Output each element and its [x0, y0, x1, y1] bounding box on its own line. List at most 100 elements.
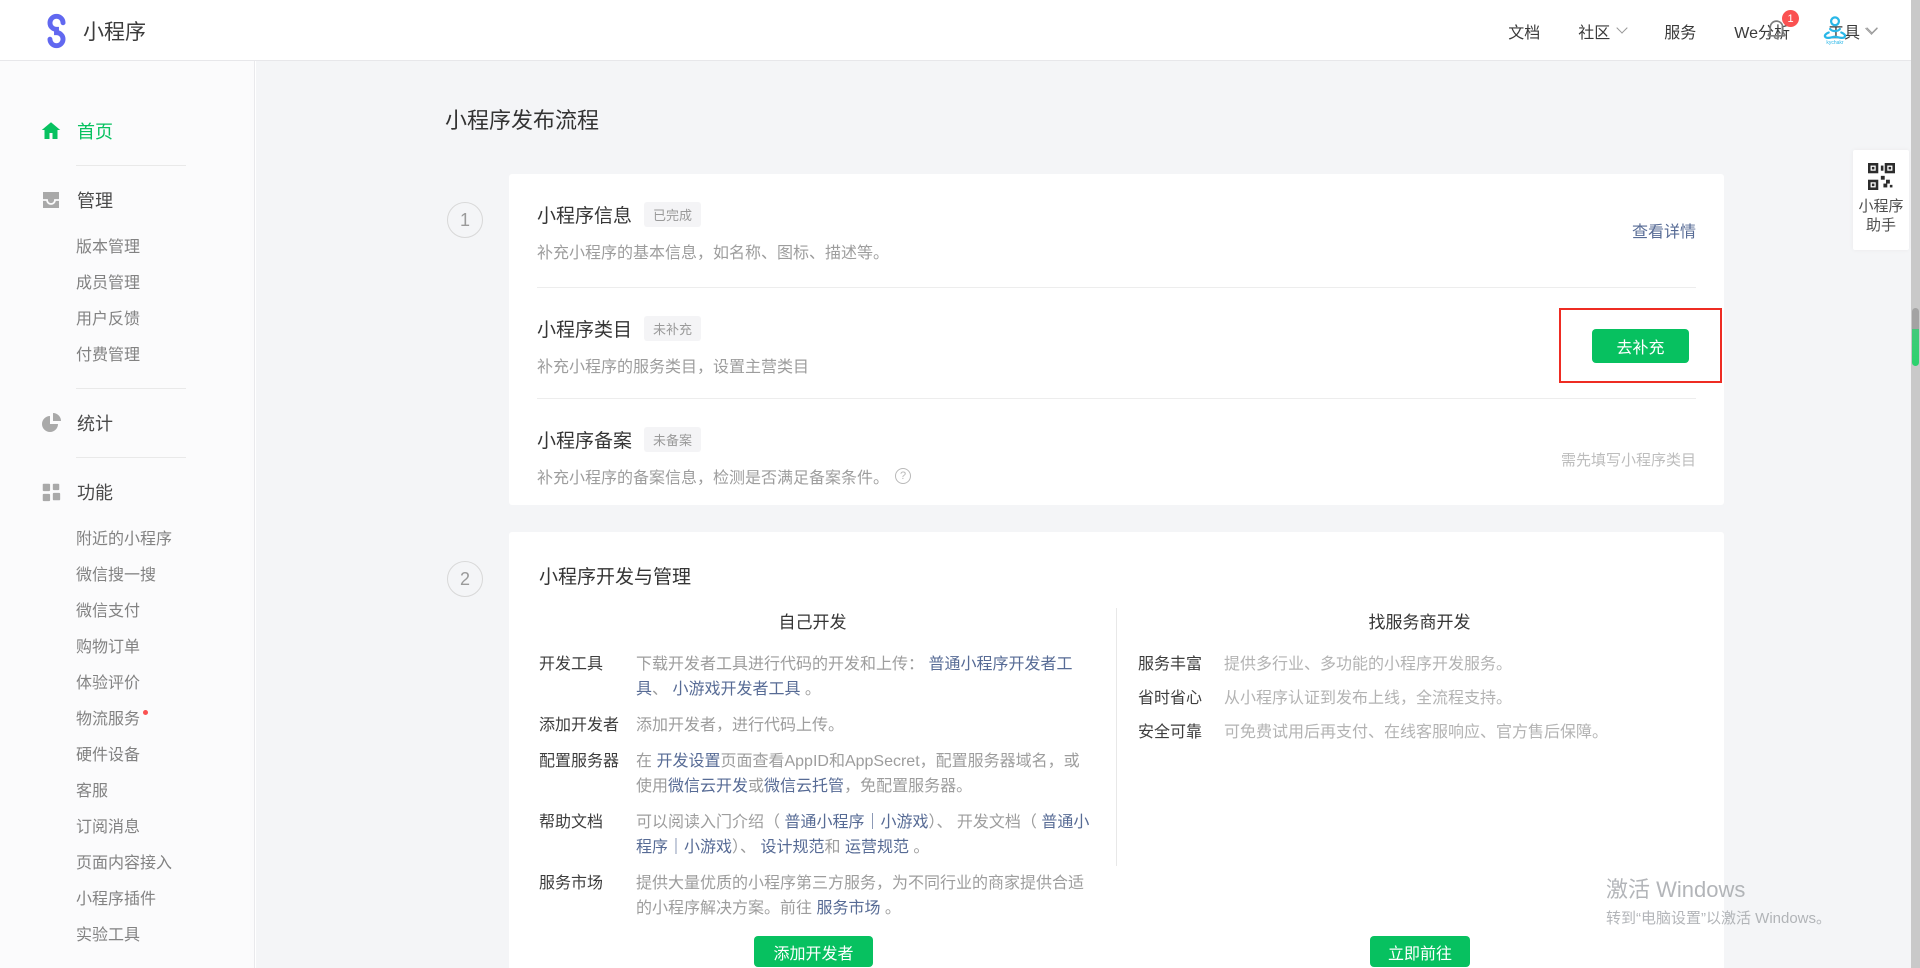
info-row-label: 服务市场 [539, 871, 636, 921]
go-now-button[interactable]: 立即前往 [1370, 936, 1470, 967]
sidebar-item-label: 硬件设备 [76, 747, 140, 764]
sidebar-item-manage[interactable]: 管理 [0, 180, 254, 220]
info-row: 安全可靠可免费试用后再支付、在线客服响应、官方售后保障。 [1116, 720, 1723, 745]
info-row-label: 省时省心 [1138, 686, 1224, 711]
sidebar-item-label: 管理 [77, 187, 113, 213]
step-2-number: 2 [447, 561, 483, 597]
watermark-line2: 转到“电脑设置”以激活 Windows。 [1606, 907, 1831, 928]
sidebar-item-label: 体验评价 [76, 675, 140, 692]
info-row: 服务市场提供大量优质的小程序第三方服务，为不同行业的商家提供合适的小程序解决方案… [509, 871, 1116, 921]
sidebar-item-stats[interactable]: 统计 [0, 403, 254, 443]
sidebar-item[interactable]: 用户反馈 [0, 302, 254, 338]
text-segment: ）、 [732, 839, 760, 856]
sidebar-item-home[interactable]: 首页 [0, 111, 254, 151]
inline-link[interactable]: 设计规范 [760, 839, 824, 856]
inline-link[interactable]: 运营规范 [845, 839, 909, 856]
row-desc-text: 补充小程序的基本信息，如名称、图标、描述等。 [537, 239, 889, 263]
status-badge: 未备案 [644, 427, 701, 452]
app-logo[interactable]: 小程序 [40, 0, 146, 61]
sidebar-item-label: 物流服务 [76, 711, 140, 728]
info-row-label: 配置服务器 [539, 749, 636, 799]
inline-link[interactable]: 微信云开发 [668, 778, 748, 795]
sidebar-item-label: 客服 [76, 783, 108, 800]
sidebar-item-features[interactable]: 功能 [0, 472, 254, 512]
sidebar-item[interactable]: 成员管理 [0, 266, 254, 302]
text-segment: 和 [824, 839, 844, 856]
miniprogram-assistant-widget[interactable]: 小程序助手 [1853, 150, 1909, 250]
help-icon[interactable]: ? [895, 468, 911, 484]
info-row: 省时省心从小程序认证到发布上线，全流程支持。 [1116, 686, 1723, 711]
row-desc-text: 补充小程序的备案信息，检测是否满足备案条件。 [537, 464, 889, 488]
drawer-icon [39, 188, 63, 212]
sidebar-item[interactable]: 微信搜一搜 [0, 558, 254, 594]
add-developer-button[interactable]: 添加开发者 [754, 936, 873, 967]
inline-link[interactable]: 服务市场 [816, 900, 880, 917]
info-row-content: 可免费试用后再支付、在线客服响应、官方售后保障。 [1224, 720, 1723, 745]
text-segment: 可免费试用后再支付、在线客服响应、官方售后保障。 [1224, 724, 1608, 741]
step-1-number: 1 [447, 202, 483, 238]
sidebar-item-label: 版本管理 [76, 239, 140, 256]
info-row-content: 在 开发设置页面查看AppID和AppSecret，配置服务器域名，或使用微信云… [636, 749, 1116, 799]
page-title: 小程序发布流程 [445, 103, 599, 135]
account-chevron-down-icon[interactable] [1865, 22, 1878, 35]
row-desc: 补充小程序的基本信息，如名称、图标、描述等。 [537, 239, 1696, 263]
sidebar-item[interactable]: 页面内容接入 [0, 846, 254, 882]
sidebar-group: 首页 [0, 111, 254, 166]
inline-link[interactable]: 小游戏开发者工具 [672, 681, 800, 698]
row-title: 小程序信息 [537, 201, 632, 228]
sidebar-item-label: 小程序插件 [76, 891, 156, 908]
sidebar-sublist: 版本管理成员管理用户反馈付费管理 [0, 230, 254, 374]
sidebar-item[interactable]: 物流服务 [0, 702, 254, 738]
account-avatar[interactable]: kychakr [1815, 15, 1855, 46]
divider [76, 457, 186, 458]
text-segment: 添加开发者，进行代码上传。 [636, 717, 844, 734]
text-segment: 。 [800, 681, 820, 698]
text-segment: ）、 开发文档（ [928, 814, 1041, 831]
sidebar-item-label: 微信搜一搜 [76, 567, 156, 584]
notification-dot [143, 710, 148, 715]
info-row: 服务丰富提供多行业、多功能的小程序开发服务。 [1116, 652, 1723, 677]
notifications-button[interactable]: 1 [1764, 18, 1789, 43]
provider-dev-header: 找服务商开发 [1116, 610, 1723, 636]
inline-link[interactable]: 开发设置 [656, 753, 720, 770]
divider [76, 388, 186, 389]
sidebar-item[interactable]: 版本管理 [0, 230, 254, 266]
sidebar-item-label: 付费管理 [76, 347, 140, 364]
text-segment: 在 [636, 753, 656, 770]
row-desc-text: 补充小程序的服务类目，设置主营类目 [537, 353, 809, 377]
avatar-caption: kychakr [1826, 40, 1843, 46]
view-details-link[interactable]: 查看详情 [1632, 218, 1696, 242]
sidebar-item[interactable]: 实验工具 [0, 918, 254, 954]
sidebar-item[interactable]: 付费管理 [0, 338, 254, 374]
info-row-label: 服务丰富 [1138, 652, 1224, 677]
app-logo-text: 小程序 [83, 16, 146, 46]
sidebar-item[interactable]: 微信支付 [0, 594, 254, 630]
qr-code-icon [1868, 163, 1895, 190]
header-right: 1 kychakr [1187, 0, 1876, 61]
avatar-logo-icon [1818, 15, 1852, 43]
sidebar-item[interactable]: 体验评价 [0, 666, 254, 702]
text-segment: 下载开发者工具进行代码的开发和上传： [636, 656, 928, 673]
info-row-content: 从小程序认证到发布上线，全流程支持。 [1224, 686, 1723, 711]
row-head: 小程序类目未补充 [537, 315, 1696, 342]
page-scrollbar[interactable] [1911, 0, 1920, 968]
sidebar-item[interactable]: 客服 [0, 774, 254, 810]
scrollbar-thumb-top [1912, 308, 1919, 329]
status-badge: 已完成 [644, 202, 701, 227]
provider-dev-rows: 服务丰富提供多行业、多功能的小程序开发服务。省时省心从小程序认证到发布上线，全流… [1116, 652, 1723, 745]
windows-activation-watermark: 激活 Windows 转到“电脑设置”以激活 Windows。 [1606, 872, 1831, 928]
sidebar-item[interactable]: 小程序插件 [0, 882, 254, 918]
sidebar-item[interactable]: 硬件设备 [0, 738, 254, 774]
status-badge: 未补充 [644, 316, 701, 341]
go-complete-button[interactable]: 去补充 [1592, 329, 1689, 363]
text-segment: 。 [880, 900, 900, 917]
scrollbar-thumb[interactable] [1912, 308, 1919, 366]
sidebar-item-label: 订阅消息 [76, 819, 140, 836]
sidebar-item-label: 功能 [77, 479, 113, 505]
inline-link[interactable]: 微信云托管 [764, 778, 844, 795]
sidebar-item[interactable]: 购物订单 [0, 630, 254, 666]
inline-link[interactable]: 普通小程序｜小游戏 [784, 814, 928, 831]
sidebar-item[interactable]: 订阅消息 [0, 810, 254, 846]
step2-card: 小程序开发与管理 自己开发 开发工具下载开发者工具进行代码的开发和上传： 普通小… [509, 532, 1724, 968]
sidebar-item[interactable]: 附近的小程序 [0, 522, 254, 558]
